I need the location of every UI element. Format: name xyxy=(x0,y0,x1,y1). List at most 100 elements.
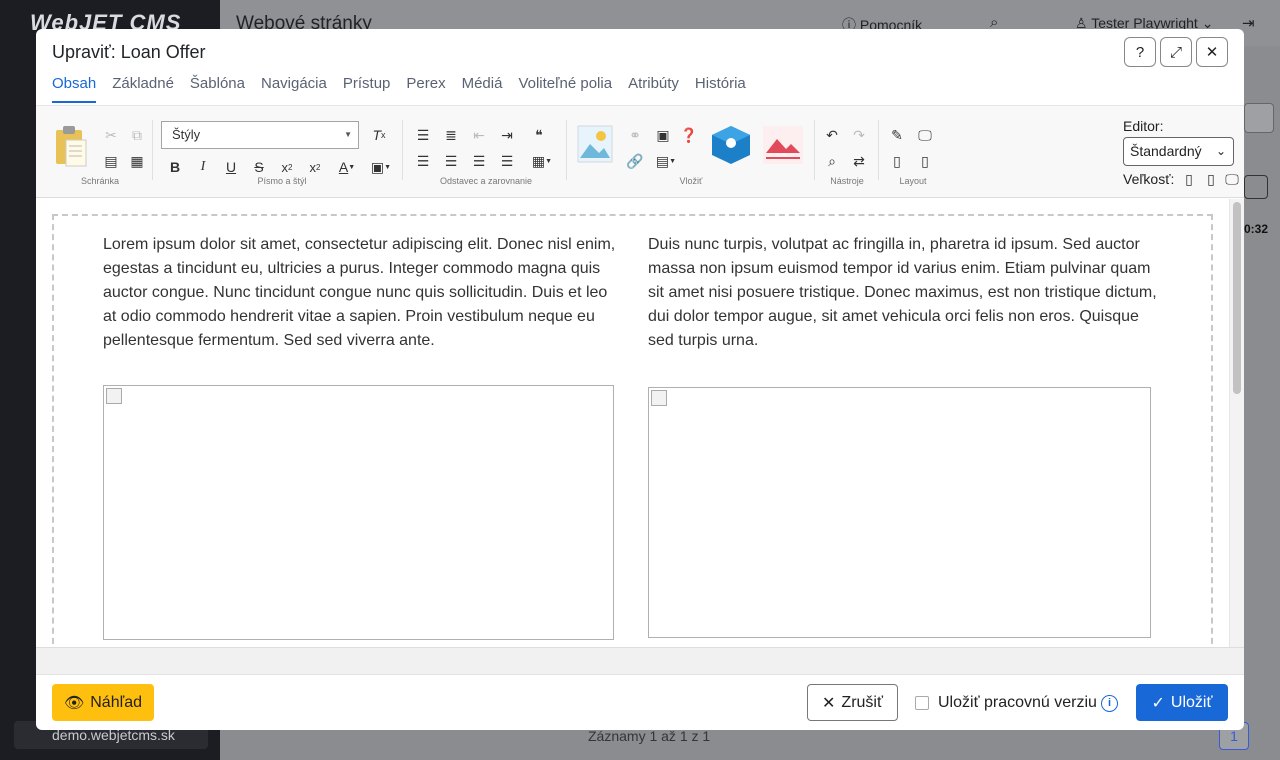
outdent-icon[interactable]: ⇤ xyxy=(468,124,490,146)
image-icon[interactable] xyxy=(577,125,613,163)
paste-word-icon[interactable]: ▦ xyxy=(126,150,148,172)
remove-format-icon[interactable]: Tx xyxy=(368,124,390,146)
chevron-down-icon: ⌄ xyxy=(1215,144,1226,158)
cut-icon[interactable]: ✂ xyxy=(100,124,122,146)
components-icon[interactable] xyxy=(710,125,752,165)
close-icon: ✕ xyxy=(1205,44,1219,61)
paste-icon[interactable] xyxy=(52,124,88,168)
save-work-version-checkbox[interactable] xyxy=(915,696,929,710)
bullet-list-icon[interactable]: ☰ xyxy=(412,124,434,146)
find-icon[interactable]: ⌕ xyxy=(821,150,843,172)
background-time: 0:32 xyxy=(1244,222,1269,236)
tab-zakladne[interactable]: Základné xyxy=(112,75,174,103)
numbered-list-icon[interactable]: ≣ xyxy=(440,124,462,146)
size-desktop-icon[interactable]: 🖵 xyxy=(1222,168,1242,190)
styles-select[interactable]: Štýly ▼ xyxy=(161,121,359,149)
preview-button[interactable]: 👁 Náhľad xyxy=(52,684,154,721)
dropdown-arrow-icon: ▼ xyxy=(344,130,352,139)
align-justify-icon[interactable]: ☰ xyxy=(496,150,518,172)
paste-text-icon[interactable]: ▤ xyxy=(100,150,122,172)
editor-select-value: Štandardný xyxy=(1130,143,1202,159)
blockquote-icon[interactable]: ❝ xyxy=(528,124,550,146)
close-button[interactable]: ✕ xyxy=(1196,37,1228,67)
group-label-tools: Nástroje xyxy=(830,176,864,186)
help-button[interactable]: ? xyxy=(1124,37,1156,67)
tab-historia[interactable]: História xyxy=(695,75,746,103)
align-center-icon[interactable]: ☰ xyxy=(440,150,462,172)
tab-pristup[interactable]: Prístup xyxy=(343,75,391,103)
records-count: Záznamy 1 až 1 z 1 xyxy=(588,728,711,744)
broken-image-icon xyxy=(651,390,667,406)
tab-obsah[interactable]: Obsah xyxy=(52,75,97,103)
tab-atributy[interactable]: Atribúty xyxy=(628,75,679,103)
edit-page-modal: Upraviť: Loan Offer ? ⤢ ✕ Obsah Základné… xyxy=(36,29,1244,730)
modal-title: Upraviť: Loan Offer xyxy=(52,42,206,62)
right-image[interactable] xyxy=(648,387,1151,638)
toolbar-separator xyxy=(402,120,403,180)
group-label-font: Písmo a štýl xyxy=(257,176,307,186)
link-icon[interactable]: 🔗 xyxy=(624,150,646,172)
background-input[interactable] xyxy=(1244,103,1274,133)
tab-media[interactable]: Médiá xyxy=(462,75,503,103)
replace-icon[interactable]: ⇄ xyxy=(848,150,870,172)
align-left-icon[interactable]: ☰ xyxy=(412,150,434,172)
group-label-layout: Layout xyxy=(899,176,927,186)
strikethrough-icon[interactable]: S xyxy=(248,156,270,178)
left-column-text[interactable]: Lorem ipsum dolor sit amet, consectetur … xyxy=(103,233,619,353)
question-circle-icon: ? xyxy=(1135,43,1145,61)
indent-icon[interactable]: ⇥ xyxy=(496,124,518,146)
text-color-icon[interactable]: A ▼ xyxy=(334,156,360,178)
unlink-icon[interactable]: ⚭ xyxy=(624,124,646,146)
subscript-icon[interactable]: x2 xyxy=(276,156,298,178)
size-phone-icon[interactable]: ▯ xyxy=(1180,168,1198,190)
undo-icon[interactable]: ↶ xyxy=(821,124,843,146)
copy-icon[interactable]: ⧉ xyxy=(126,124,148,146)
italic-icon[interactable]: I xyxy=(192,156,214,178)
desktop-icon[interactable]: 🖵 xyxy=(914,124,936,146)
right-column-text[interactable]: Duis nunc turpis, volutpat ac fringilla … xyxy=(648,233,1164,353)
underline-icon[interactable]: U xyxy=(220,156,242,178)
bold-icon[interactable]: B xyxy=(164,156,186,178)
table-icon[interactable]: ▦ ▼ xyxy=(528,150,556,172)
info-icon[interactable]: i xyxy=(1101,695,1118,712)
gallery-icon[interactable] xyxy=(762,125,804,165)
phone-icon[interactable]: ▯ xyxy=(914,150,936,172)
cancel-button[interactable]: ✕ Zrušiť xyxy=(807,684,898,721)
editor-content[interactable]: Lorem ipsum dolor sit amet, consectetur … xyxy=(36,199,1244,647)
close-icon: ✕ xyxy=(822,694,836,712)
toolbar-separator xyxy=(152,120,153,180)
maximize-button[interactable]: ⤢ xyxy=(1160,37,1192,67)
eye-icon: 👁 xyxy=(63,694,85,712)
editor-select[interactable]: Štandardný ⌄ xyxy=(1123,137,1234,166)
logout-icon[interactable]: ⇥ xyxy=(1242,14,1255,32)
size-tablet-icon[interactable]: ▯ xyxy=(1202,168,1220,190)
file-icon[interactable]: ▣ xyxy=(652,124,674,146)
content-scrollbar[interactable] xyxy=(1229,199,1244,647)
left-image[interactable] xyxy=(103,385,614,640)
background-color-icon[interactable]: ▣ ▼ xyxy=(368,156,394,178)
help-circle-icon[interactable]: ❓ xyxy=(678,124,700,146)
save-button[interactable]: ✓ Uložiť xyxy=(1136,684,1228,721)
background-search-button[interactable] xyxy=(1244,175,1268,199)
superscript-icon[interactable]: x2 xyxy=(304,156,326,178)
editor-label: Editor: xyxy=(1123,118,1164,134)
size-label: Veľkosť: xyxy=(1123,171,1175,187)
scrollbar-thumb[interactable] xyxy=(1233,202,1241,394)
tab-navigacia[interactable]: Navigácia xyxy=(261,75,327,103)
edit-mode-icon[interactable]: ✎ xyxy=(886,124,908,146)
toolbar-separator xyxy=(814,120,815,180)
save-work-version-label: Uložiť pracovnú verziu xyxy=(938,694,1097,711)
tab-volitelne-polia[interactable]: Voliteľné polia xyxy=(518,75,612,103)
modal-tabs: Obsah Základné Šablóna Navigácia Prístup… xyxy=(52,75,746,103)
check-icon: ✓ xyxy=(1151,694,1165,712)
expand-icon: ⤢ xyxy=(1169,43,1182,61)
tab-perex[interactable]: Perex xyxy=(406,75,445,103)
preview-label: Náhľad xyxy=(90,693,143,711)
redo-icon[interactable]: ↷ xyxy=(848,124,870,146)
align-right-icon[interactable]: ☰ xyxy=(468,150,490,172)
group-label-clipboard: Schránka xyxy=(80,176,120,186)
styles-placeholder: Štýly xyxy=(172,127,201,142)
form-icon[interactable]: ▤ ▼ xyxy=(652,150,680,172)
tab-sablona[interactable]: Šablóna xyxy=(190,75,245,103)
tablet-icon[interactable]: ▯ xyxy=(886,150,908,172)
